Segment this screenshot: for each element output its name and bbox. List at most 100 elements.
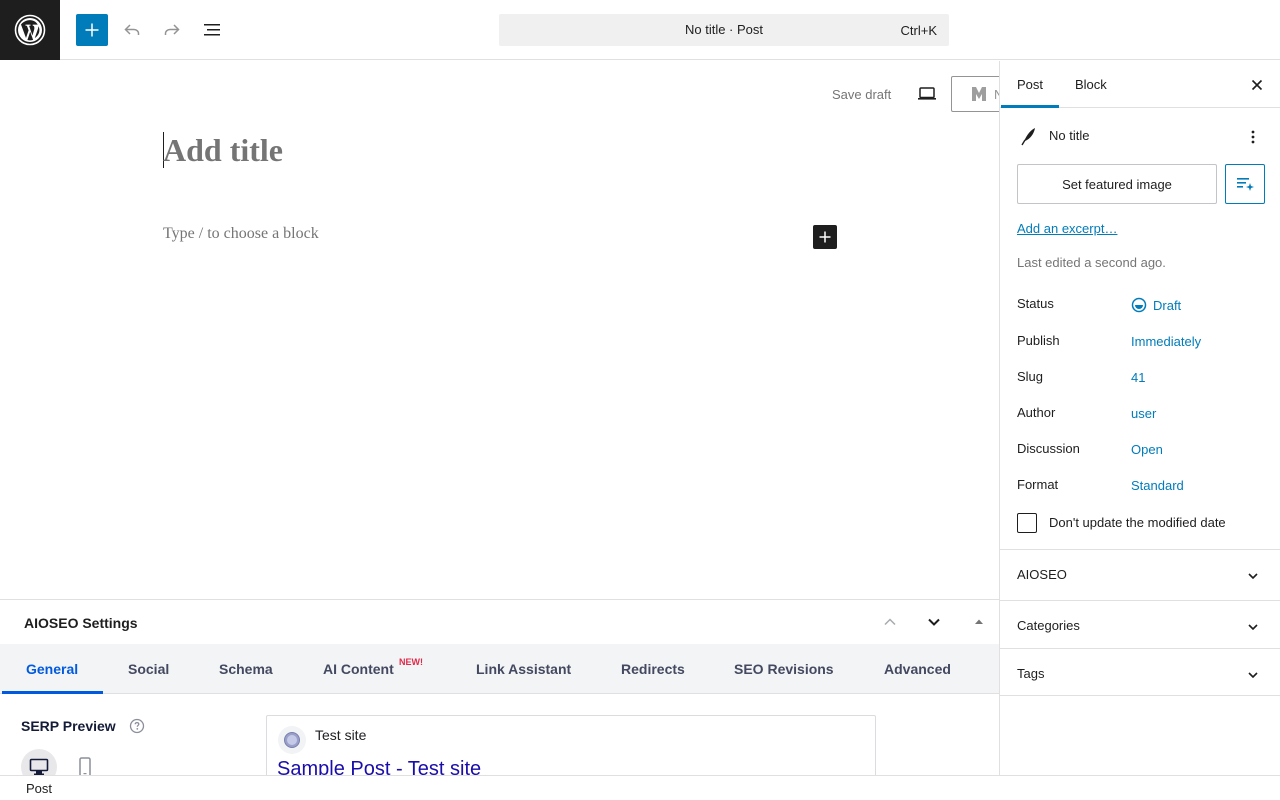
undo-button[interactable] [116, 14, 148, 46]
meta-label: Slug [1017, 369, 1044, 384]
active-tab-indicator [2, 691, 103, 694]
meta-row-publish: Publish Immediately [1017, 333, 1267, 353]
panel-tags[interactable]: Tags [1000, 648, 1280, 696]
redo-button[interactable] [156, 14, 188, 46]
meta-label: Publish [1017, 333, 1060, 348]
toggle-panel-button[interactable] [967, 610, 991, 634]
close-sidebar-button[interactable] [1245, 73, 1269, 97]
author-value-button[interactable]: user [1131, 406, 1156, 421]
breadcrumb-post[interactable]: Post [26, 781, 52, 796]
chevron-down-icon [1241, 663, 1265, 687]
aioseo-settings-metabox: AIOSEO Settings General Social Schema AI… [0, 599, 999, 775]
tab-ai-content-label: AI Content [323, 661, 394, 677]
tab-schema[interactable]: Schema [219, 661, 273, 677]
globe-icon [284, 732, 300, 748]
post-icon [1021, 128, 1035, 146]
chevron-down-icon [1241, 564, 1265, 588]
meta-row-author: Author user [1017, 405, 1267, 425]
command-palette-bar[interactable]: No title · Post Ctrl+K [499, 14, 949, 46]
wordpress-logo-button[interactable] [0, 0, 60, 60]
aioseo-score-button[interactable]: N [951, 76, 999, 112]
checkbox-label: Don't update the modified date [1049, 515, 1226, 530]
plus-icon [85, 23, 99, 37]
chevron-up-icon [884, 618, 896, 626]
tab-social[interactable]: Social [128, 661, 169, 677]
active-sidebar-tab-indicator [1001, 105, 1059, 108]
list-view-icon [204, 24, 220, 36]
panel-aioseo[interactable]: AIOSEO [1000, 549, 1280, 597]
metabox-title: AIOSEO Settings [24, 615, 138, 631]
draft-status-icon [1131, 297, 1147, 313]
tab-ai-content[interactable]: AI Content NEW! [323, 657, 423, 677]
ai-image-generator-button[interactable] [1225, 164, 1265, 204]
aioseo-tabs: General Social Schema AI Content NEW! Li… [0, 644, 999, 694]
serp-title: Sample Post - Test site [277, 758, 482, 775]
save-draft-button[interactable]: Save draft [832, 87, 891, 102]
post-title-input[interactable]: Add title [163, 132, 283, 169]
mobile-preview-toggle[interactable] [67, 749, 103, 775]
meta-label: Format [1017, 477, 1059, 492]
tab-general[interactable]: General [26, 661, 78, 677]
set-featured-image-button[interactable]: Set featured image [1017, 164, 1217, 204]
format-value-button[interactable]: Standard [1131, 478, 1184, 493]
block-placeholder[interactable]: Type / to choose a block [163, 225, 319, 243]
add-excerpt-link[interactable]: Add an excerpt… [1017, 221, 1117, 236]
panel-title: Tags [1017, 666, 1045, 681]
aioseo-logo-icon [972, 87, 986, 101]
plus-icon [819, 231, 831, 243]
tab-redirects[interactable]: Redirects [621, 661, 685, 677]
undo-icon [124, 24, 140, 35]
tab-seo-revisions[interactable]: SEO Revisions [734, 661, 834, 677]
post-summary-title: No title [1049, 128, 1090, 143]
move-down-button[interactable] [922, 610, 946, 634]
meta-row-status: Status Draft [1017, 296, 1267, 316]
panel-title: AIOSEO [1017, 567, 1067, 582]
desktop-preview-toggle[interactable] [21, 749, 57, 775]
chevron-down-icon [928, 618, 940, 626]
tab-post[interactable]: Post [1017, 77, 1043, 92]
document-overview-button[interactable] [196, 14, 228, 46]
desktop-icon [29, 758, 49, 775]
publish-value-button[interactable]: Immediately [1131, 334, 1201, 349]
dont-update-modified-date-checkbox[interactable] [1017, 513, 1037, 533]
document-title: No title · Post [684, 22, 764, 37]
meta-row-slug: Slug 41 [1017, 369, 1267, 389]
sidebar-tabs: Post Block [1000, 61, 1280, 108]
preview-button[interactable] [914, 83, 940, 105]
meta-label: Author [1017, 405, 1056, 420]
settings-sidebar: Post Block No title Set featured image A… [999, 61, 1280, 775]
panel-title: Categories [1017, 618, 1080, 633]
post-actions-button[interactable] [1241, 125, 1265, 149]
wordpress-logo-icon [14, 14, 46, 46]
block-breadcrumb-bar: Post [0, 775, 1280, 800]
panel-categories[interactable]: Categories [1000, 600, 1280, 648]
tab-block[interactable]: Block [1075, 77, 1107, 92]
block-inserter-button[interactable] [813, 225, 837, 249]
meta-label: Discussion [1017, 441, 1080, 456]
discussion-value-button[interactable]: Open [1131, 442, 1163, 457]
last-edited-text: Last edited a second ago. [1017, 255, 1166, 270]
tab-advanced[interactable]: Advanced [884, 661, 951, 677]
slug-value-button[interactable]: 41 [1131, 370, 1145, 385]
editor-canvas: Save draft N Add title Type / to choose … [0, 61, 999, 599]
ai-list-icon [1237, 178, 1254, 191]
meta-label: Status [1017, 296, 1054, 311]
help-icon[interactable] [129, 718, 145, 734]
chevron-down-icon [1241, 615, 1265, 639]
status-value-button[interactable]: Draft [1131, 297, 1181, 313]
tab-link-assistant[interactable]: Link Assistant [476, 661, 571, 677]
add-block-button[interactable] [76, 14, 108, 46]
new-badge: NEW! [399, 657, 423, 667]
redo-icon [164, 24, 180, 35]
editor-header: No title · Post Ctrl+K [0, 0, 1280, 60]
keyboard-shortcut: Ctrl+K [900, 23, 937, 38]
metabox-header: AIOSEO Settings [0, 600, 999, 644]
move-up-button[interactable] [878, 610, 902, 634]
site-favicon [278, 726, 306, 754]
meta-row-discussion: Discussion Open [1017, 441, 1267, 461]
mobile-icon [79, 757, 91, 775]
desktop-preview-icon [918, 87, 936, 100]
meta-row-format: Format Standard [1017, 477, 1267, 497]
more-vertical-icon [1251, 130, 1255, 144]
serp-preview-card: Test site Sample Post - Test site [266, 715, 876, 775]
